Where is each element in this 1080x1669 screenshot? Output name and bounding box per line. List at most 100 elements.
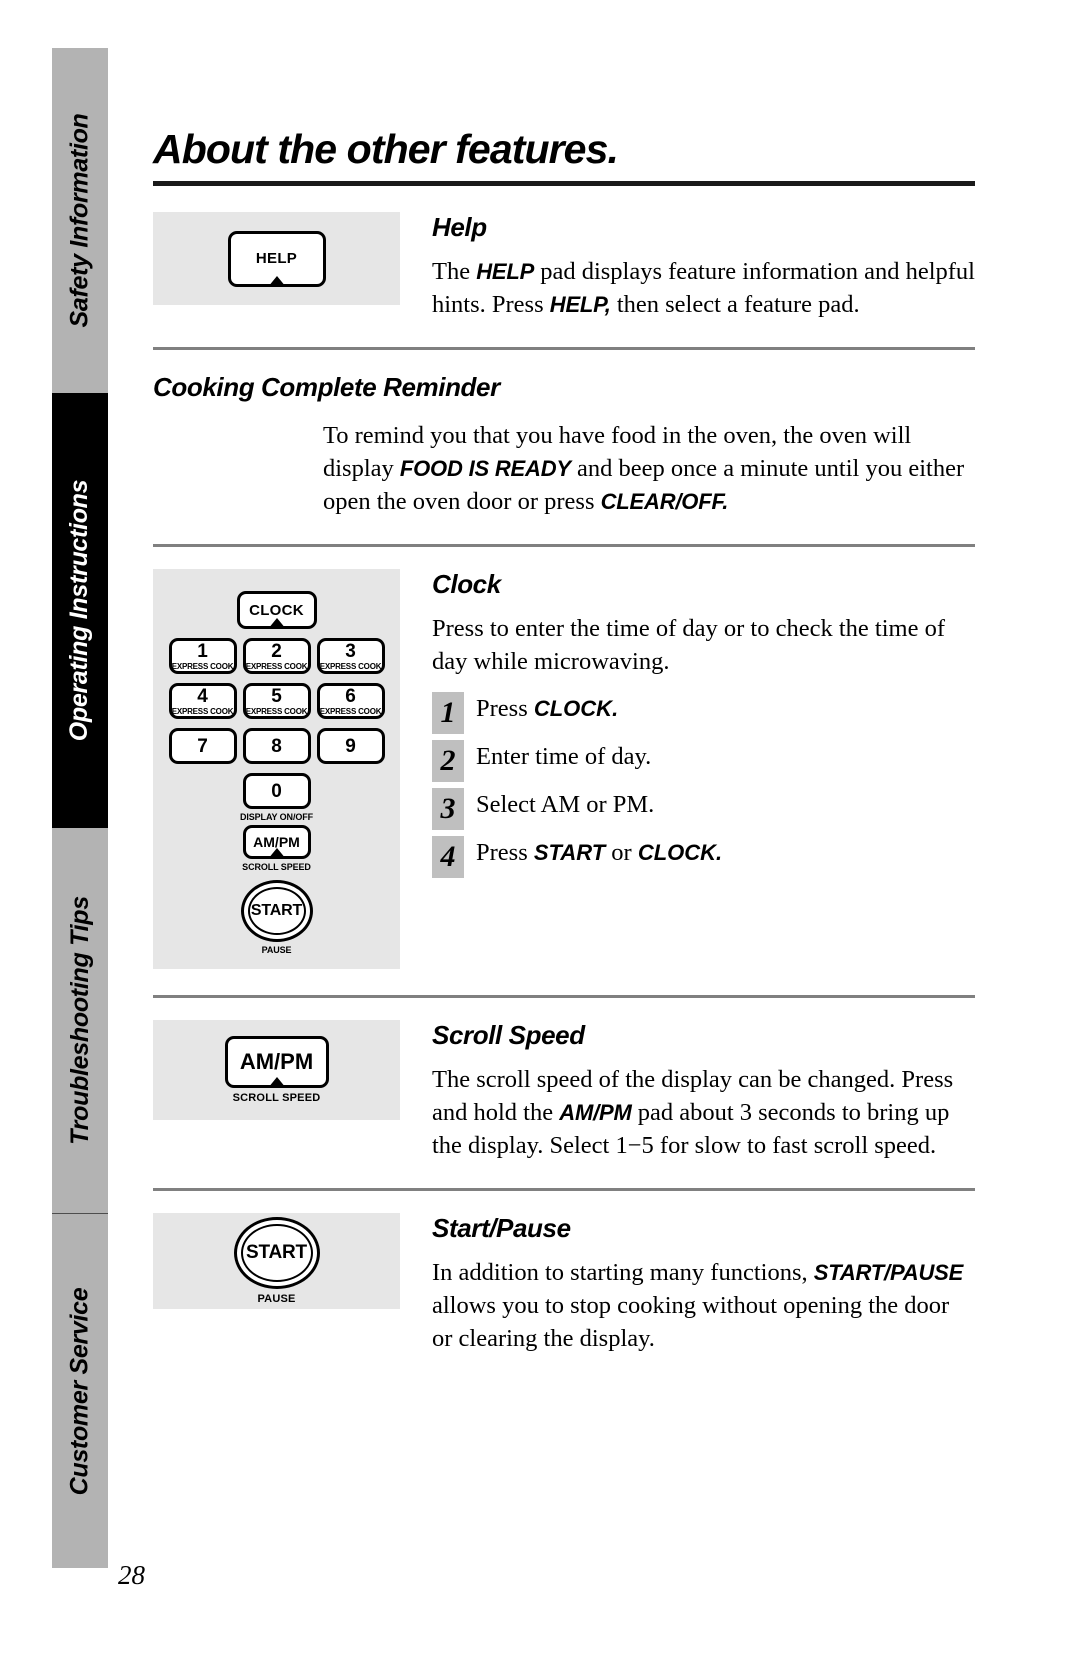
scroll-speed-illustration-panel: AM/PM SCROLL SPEED bbox=[153, 1020, 400, 1120]
sidebar-tab-label: Operating Instructions bbox=[65, 479, 94, 742]
clock-step: 4 Press START or CLOCK. bbox=[432, 836, 975, 878]
scroll-speed-paragraph: The scroll speed of the display can be c… bbox=[432, 1063, 975, 1162]
start-pause-caption: PAUSE bbox=[257, 1293, 296, 1305]
step-bold-part: START bbox=[533, 840, 606, 865]
triangle-notch-icon bbox=[267, 1077, 286, 1088]
keypad-zero-caption: DISPLAY ON/OFF bbox=[239, 812, 314, 822]
title-rule bbox=[153, 181, 975, 186]
reminder-heading: Cooking Complete Reminder bbox=[153, 372, 500, 402]
help-text-3: then select a feature pad. bbox=[610, 291, 860, 318]
section-start-pause: START PAUSE Start/Pause In addition to s… bbox=[153, 1213, 975, 1355]
keypad-key-sublabel: EXPRESS COOK bbox=[171, 661, 234, 671]
start-pause-paragraph: In addition to starting many functions, … bbox=[432, 1256, 975, 1355]
reminder-bold-1: FOOD IS READY bbox=[399, 456, 571, 481]
ampm-pad-label: AM/PM bbox=[239, 1049, 314, 1074]
keypad-key-0: 0 bbox=[242, 773, 311, 809]
start-pause-button-graphic: START bbox=[233, 1217, 320, 1289]
section-rule bbox=[153, 347, 975, 350]
step-text-part: Press bbox=[476, 839, 534, 866]
help-text-1: The bbox=[432, 258, 477, 285]
sidebar-tab-label: Customer Service bbox=[65, 1287, 94, 1495]
main-content: About the other features. HELP Help The … bbox=[153, 48, 975, 1355]
sidebar-tab-customer-service[interactable]: Customer Service bbox=[52, 1214, 108, 1568]
sidebar-tab-troubleshooting-tips[interactable]: Troubleshooting Tips bbox=[52, 828, 108, 1213]
keypad-key-3: 3 EXPRESS COOK bbox=[316, 638, 385, 674]
triangle-notch-icon bbox=[267, 848, 286, 859]
keypad-key-number: 5 bbox=[271, 685, 282, 707]
clock-keypad-illustration-panel: CLOCK 1 EXPRESS COOK 2 EXPRESS COOK 3 EX… bbox=[153, 569, 400, 969]
keypad-key-sublabel: EXPRESS COOK bbox=[171, 706, 234, 716]
help-heading: Help bbox=[432, 212, 487, 242]
help-illustration-panel: HELP bbox=[153, 212, 400, 305]
help-paragraph: The HELP pad displays feature informatio… bbox=[432, 255, 975, 321]
keypad-key-7: 7 bbox=[168, 728, 237, 764]
step-number: 1 bbox=[432, 692, 464, 734]
step-text: Press CLOCK. bbox=[464, 692, 618, 724]
triangle-notch-icon bbox=[267, 275, 286, 287]
start-pause-body: Start/Pause In addition to starting many… bbox=[400, 1213, 975, 1355]
reminder-bold-2: CLEAR/OFF. bbox=[600, 489, 729, 514]
start-pause-label: START bbox=[246, 1242, 307, 1263]
help-pad-label: HELP bbox=[255, 250, 298, 267]
scroll-speed-body: Scroll Speed The scroll speed of the dis… bbox=[400, 1020, 975, 1162]
keypad-start-button-graphic: START bbox=[240, 880, 313, 942]
step-bold-part: CLOCK. bbox=[637, 840, 723, 865]
ampm-pad-caption: SCROLL SPEED bbox=[232, 1092, 321, 1104]
sidebar-tab-label: Troubleshooting Tips bbox=[65, 896, 94, 1145]
section-clock: CLOCK 1 EXPRESS COOK 2 EXPRESS COOK 3 EX… bbox=[153, 569, 975, 969]
help-bold-2: HELP, bbox=[549, 292, 611, 317]
clock-step: 2 Enter time of day. bbox=[432, 740, 975, 782]
keypad-key-4: 4 EXPRESS COOK bbox=[168, 683, 237, 719]
clock-body: Clock Press to enter the time of day or … bbox=[400, 569, 975, 884]
sidebar-tab-safety-information[interactable]: Safety Information bbox=[52, 48, 108, 393]
clock-pad-label: CLOCK bbox=[249, 601, 304, 619]
triangle-notch-icon bbox=[267, 618, 286, 629]
step-number: 3 bbox=[432, 788, 464, 830]
keypad-key-number: 4 bbox=[197, 685, 208, 707]
start-bold-1: START/PAUSE bbox=[813, 1260, 964, 1285]
keypad-key-1: 1 EXPRESS COOK bbox=[168, 638, 237, 674]
keypad-key-number: 9 bbox=[345, 735, 356, 757]
scroll-speed-heading: Scroll Speed bbox=[432, 1020, 585, 1050]
reminder-paragraph: To remind you that you have food in the … bbox=[323, 419, 975, 518]
keypad-key-6: 6 EXPRESS COOK bbox=[316, 683, 385, 719]
keypad-key-2: 2 EXPRESS COOK bbox=[242, 638, 311, 674]
start-pause-illustration-panel: START PAUSE bbox=[153, 1213, 400, 1309]
numeric-keypad-grid: 1 EXPRESS COOK 2 EXPRESS COOK 3 EXPRESS … bbox=[168, 638, 385, 764]
clock-heading: Clock bbox=[432, 569, 501, 599]
ampm-pad-graphic: AM/PM bbox=[224, 1036, 329, 1088]
scroll-bold-1: AM/PM bbox=[559, 1100, 632, 1125]
keypad-ampm-caption: SCROLL SPEED bbox=[242, 862, 311, 872]
keypad-key-8: 8 bbox=[242, 728, 311, 764]
keypad-key-number: 3 bbox=[345, 640, 356, 662]
section-rule bbox=[153, 544, 975, 547]
keypad-key-ampm: AM/PM bbox=[242, 825, 311, 859]
keypad-key-number: 6 bbox=[345, 685, 356, 707]
sidebar-tab-label: Safety Information bbox=[65, 113, 94, 328]
start-pause-heading: Start/Pause bbox=[432, 1213, 571, 1243]
keypad-key-number: 8 bbox=[271, 735, 282, 757]
sidebar-tab-operating-instructions[interactable]: Operating Instructions bbox=[52, 393, 108, 828]
keypad-key-sublabel: EXPRESS COOK bbox=[245, 706, 308, 716]
keypad-key-sublabel: EXPRESS COOK bbox=[319, 661, 382, 671]
keypad-start-caption: PAUSE bbox=[261, 945, 292, 955]
section-help: HELP Help The HELP pad displays feature … bbox=[153, 212, 975, 321]
step-text-part: Press bbox=[476, 695, 534, 722]
step-text-part: Enter time of day. bbox=[476, 743, 652, 770]
step-number: 4 bbox=[432, 836, 464, 878]
clock-step: 1 Press CLOCK. bbox=[432, 692, 975, 734]
keypad-key-sublabel: EXPRESS COOK bbox=[245, 661, 308, 671]
keypad-key-number: 1 bbox=[197, 640, 208, 662]
step-text: Enter time of day. bbox=[464, 740, 651, 772]
step-text-part: Select AM or PM. bbox=[476, 791, 655, 818]
step-text: Select AM or PM. bbox=[464, 788, 654, 820]
keypad-ampm-label: AM/PM bbox=[253, 834, 300, 850]
help-bold-1: HELP bbox=[476, 259, 535, 284]
keypad-key-number: 7 bbox=[197, 735, 208, 757]
step-bold-part: CLOCK. bbox=[533, 696, 619, 721]
help-body: Help The HELP pad displays feature infor… bbox=[400, 212, 975, 321]
clock-pad-graphic: CLOCK bbox=[236, 591, 317, 629]
sidebar-tabs: Safety Information Operating Instruction… bbox=[52, 48, 108, 1568]
manual-page: Safety Information Operating Instruction… bbox=[0, 0, 1080, 1669]
help-pad-graphic: HELP bbox=[227, 230, 326, 287]
